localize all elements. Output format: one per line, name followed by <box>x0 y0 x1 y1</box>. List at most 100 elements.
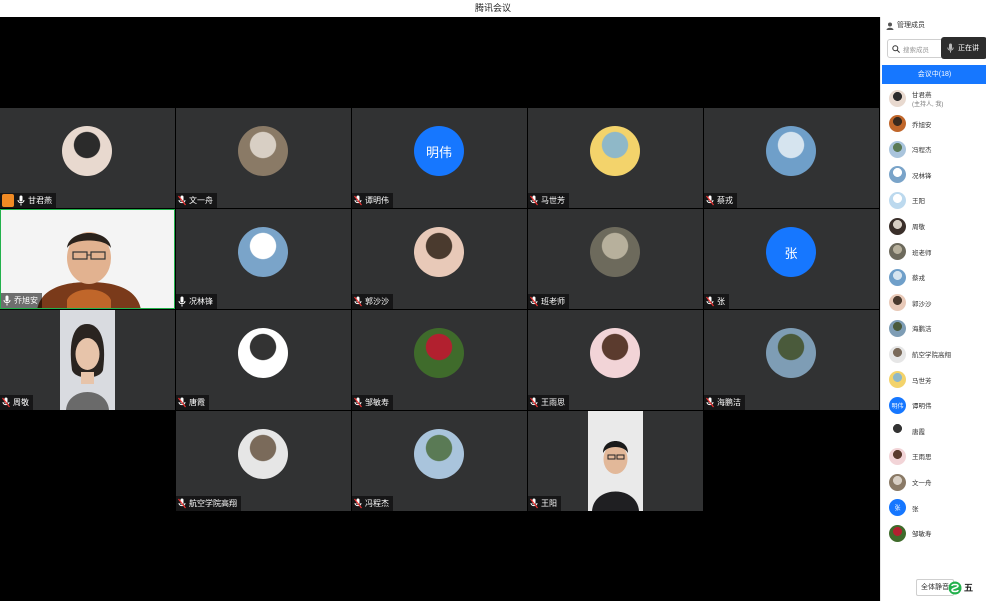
member-list-item[interactable]: 周敬 <box>889 215 925 237</box>
member-text: 唐霞 <box>912 426 925 436</box>
participant-avatar <box>590 328 640 378</box>
search-icon <box>892 44 900 53</box>
participant-label: 冯程杰 <box>352 496 393 511</box>
member-list-item[interactable]: 蔡戎 <box>889 266 925 288</box>
video-tile[interactable]: 郭沙沙 <box>352 209 527 309</box>
member-name: 马世芳 <box>912 377 932 385</box>
participant-avatar <box>766 328 816 378</box>
member-text: 郭沙沙 <box>912 298 932 308</box>
member-name: 张 <box>912 505 919 513</box>
video-tile[interactable]: 海鹏洁 <box>704 310 879 410</box>
participant-avatar: 明伟 <box>414 126 464 176</box>
video-tile[interactable]: 唐霞 <box>176 310 351 410</box>
logo-icon <box>948 581 962 594</box>
member-list-item[interactable]: 王雨思 <box>889 445 932 467</box>
video-tile[interactable]: 甘君燕 <box>0 108 175 208</box>
participant-name: 海鹏洁 <box>717 398 741 407</box>
video-tile[interactable]: 王雨思 <box>528 310 703 410</box>
member-avatar <box>889 319 906 337</box>
participant-avatar <box>414 429 464 479</box>
watermark-logo: 五 <box>948 579 986 596</box>
participant-name: 谭明伟 <box>365 196 389 205</box>
video-tile[interactable]: 周敬 <box>0 310 175 410</box>
member-panel: 管理成员 搜索成员 正在讲 会议中(18) 甘君燕 (主持人, 我) 乔旭安冯程杰况… <box>880 17 986 601</box>
member-list-item[interactable]: 乔旭安 <box>889 113 932 135</box>
participant-label: 航空学院高翔 <box>176 496 241 511</box>
participant-avatar <box>414 227 464 277</box>
member-avatar <box>889 422 906 440</box>
video-tile[interactable]: 马世芳 <box>528 108 703 208</box>
member-list-item[interactable]: 邹敏寿 <box>889 522 932 544</box>
video-tile[interactable]: 邹敏寿 <box>352 310 527 410</box>
microphone-muted-icon <box>706 195 714 206</box>
video-tile[interactable]: 航空学院高翔 <box>176 411 351 511</box>
speaking-label: 正在讲 <box>958 45 979 52</box>
member-list-item[interactable]: 郭沙沙 <box>889 292 932 314</box>
participant-name: 王雨思 <box>541 398 565 407</box>
participant-avatar <box>590 227 640 277</box>
person-icon <box>886 22 894 30</box>
member-list-item[interactable]: 海鹏洁 <box>889 317 932 339</box>
member-search-input[interactable]: 搜索成员 <box>887 39 947 58</box>
member-text: 王雨思 <box>912 451 932 461</box>
participant-video <box>29 220 149 308</box>
member-list-item[interactable]: 马世芳 <box>889 369 932 391</box>
microphone-muted-icon <box>354 397 362 408</box>
member-panel-header: 管理成员 <box>881 17 986 35</box>
microphone-icon <box>3 295 11 306</box>
participant-name: 甘君燕 <box>28 196 52 205</box>
video-tile[interactable]: 班老师 <box>528 209 703 309</box>
participant-label: 蔡戎 <box>704 193 737 208</box>
member-text: 班老师 <box>912 247 932 257</box>
video-tile[interactable]: 乔旭安 <box>0 209 175 309</box>
video-tile[interactable]: 蔡戎 <box>704 108 879 208</box>
member-avatar <box>889 115 906 133</box>
window-title: 腾讯会议 <box>0 0 986 17</box>
member-avatar <box>889 524 906 542</box>
participant-label: 文一舟 <box>176 193 217 208</box>
member-name: 乔旭安 <box>912 121 932 129</box>
member-list-item[interactable]: 况林锋 <box>889 164 932 186</box>
member-text: 文一舟 <box>912 477 932 487</box>
member-list-item[interactable]: 王阳 <box>889 189 925 211</box>
video-tile[interactable]: 王阳 <box>528 411 703 511</box>
tab-in-meeting[interactable]: 会议中(18) <box>882 65 986 84</box>
video-tile[interactable]: 文一舟 <box>176 108 351 208</box>
member-name: 蔡戎 <box>912 275 925 283</box>
microphone-muted-icon <box>354 195 362 206</box>
member-list-item[interactable]: 文一舟 <box>889 471 932 493</box>
microphone-muted-icon <box>530 195 538 206</box>
member-list-item[interactable]: 甘君燕 (主持人, 我) <box>889 87 943 109</box>
member-text: 邹敏寿 <box>912 528 932 538</box>
member-list-item[interactable]: 明伟 谭明伟 <box>889 394 932 416</box>
member-avatar <box>889 345 906 363</box>
member-text: 航空学院高翔 <box>912 349 951 359</box>
participant-avatar <box>766 126 816 176</box>
participant-avatar <box>414 328 464 378</box>
video-tile[interactable]: 张张 <box>704 209 879 309</box>
member-text: 张 <box>912 503 919 513</box>
participant-name: 班老师 <box>541 297 565 306</box>
member-list-item[interactable]: 航空学院高翔 <box>889 343 951 365</box>
participant-name: 航空学院高翔 <box>189 499 237 508</box>
participant-label: 甘君燕 <box>0 193 56 208</box>
microphone-muted-icon <box>530 296 538 307</box>
member-list-item[interactable]: 冯程杰 <box>889 138 932 160</box>
video-tile[interactable]: 况林锋 <box>176 209 351 309</box>
member-text: 海鹏洁 <box>912 323 932 333</box>
member-text: 冯程杰 <box>912 144 932 154</box>
member-list-item[interactable]: 班老师 <box>889 241 932 263</box>
member-name: 周敬 <box>912 224 925 231</box>
microphone-muted-icon <box>706 296 714 307</box>
participant-name: 乔旭安 <box>14 296 38 305</box>
video-tile[interactable]: 明伟谭明伟 <box>352 108 527 208</box>
microphone-muted-icon <box>530 498 538 509</box>
member-avatar <box>889 268 906 286</box>
member-text: 王阳 <box>912 195 925 205</box>
participant-label: 周敬 <box>0 395 33 410</box>
video-tile[interactable]: 冯程杰 <box>352 411 527 511</box>
member-list-item[interactable]: 唐霞 <box>889 420 925 442</box>
member-list-item[interactable]: 张张 <box>889 497 919 519</box>
member-name: 唐霞 <box>912 428 925 436</box>
microphone-icon <box>17 195 25 206</box>
